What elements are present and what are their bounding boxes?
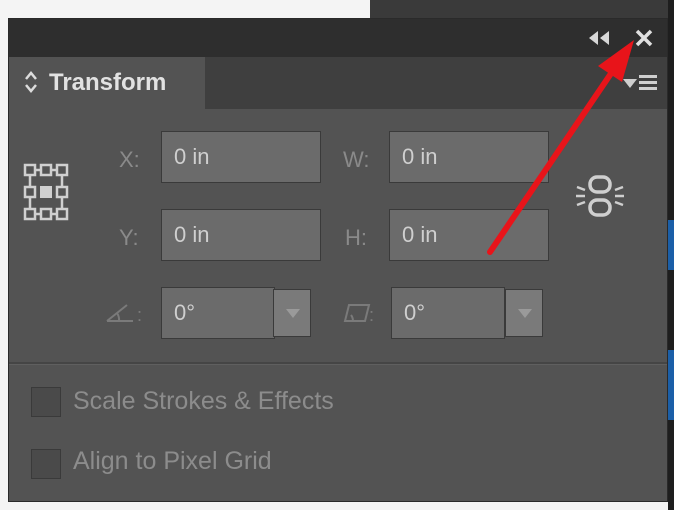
y-label: Y: xyxy=(119,225,139,250)
rotate-angle-field[interactable]: 0° xyxy=(161,287,275,339)
panel-menu-icon xyxy=(623,79,637,88)
tab-transform-label: Transform xyxy=(49,69,167,96)
x-field[interactable]: 0 in xyxy=(161,131,321,183)
close-panel-button[interactable] xyxy=(631,25,657,51)
panel-tab-row: Transform xyxy=(9,57,667,109)
close-icon xyxy=(635,29,653,47)
background-window-edge xyxy=(668,0,674,510)
section-divider xyxy=(9,362,667,365)
rotate-angle-icon: : xyxy=(106,304,142,325)
align-pixel-grid-checkbox[interactable] xyxy=(31,449,61,479)
height-field[interactable]: 0 in xyxy=(389,209,549,261)
double-chevron-left-icon xyxy=(589,31,609,45)
align-pixel-grid-label: Align to Pixel Grid xyxy=(73,447,272,475)
y-field[interactable]: 0 in xyxy=(161,209,321,261)
shear-dropdown-button[interactable] xyxy=(505,289,543,337)
tab-transform[interactable]: Transform xyxy=(9,57,205,109)
scale-strokes-checkbox[interactable] xyxy=(31,387,61,417)
transform-panel: Transform X: 0 in W: 0 in Y: 0 in H: 0 i… xyxy=(8,18,668,502)
shear-icon: : xyxy=(343,304,374,325)
shear-angle-field[interactable]: 0° xyxy=(391,287,505,339)
svg-text::: : xyxy=(137,305,142,325)
panel-menu-button[interactable] xyxy=(623,69,657,97)
updown-arrows-icon xyxy=(25,71,37,93)
x-label: X: xyxy=(119,147,140,172)
reference-point-grid-icon[interactable] xyxy=(23,163,71,223)
collapse-panel-button[interactable] xyxy=(587,25,613,51)
svg-text::: : xyxy=(369,305,374,325)
rotate-dropdown-button[interactable] xyxy=(273,289,311,337)
width-field[interactable]: 0 in xyxy=(389,131,549,183)
w-label: W: xyxy=(343,147,370,172)
h-label: H: xyxy=(345,225,367,250)
constrain-proportions-link-icon[interactable] xyxy=(575,173,625,219)
scale-strokes-label: Scale Strokes & Effects xyxy=(73,387,334,415)
panel-titlebar[interactable] xyxy=(9,19,667,57)
